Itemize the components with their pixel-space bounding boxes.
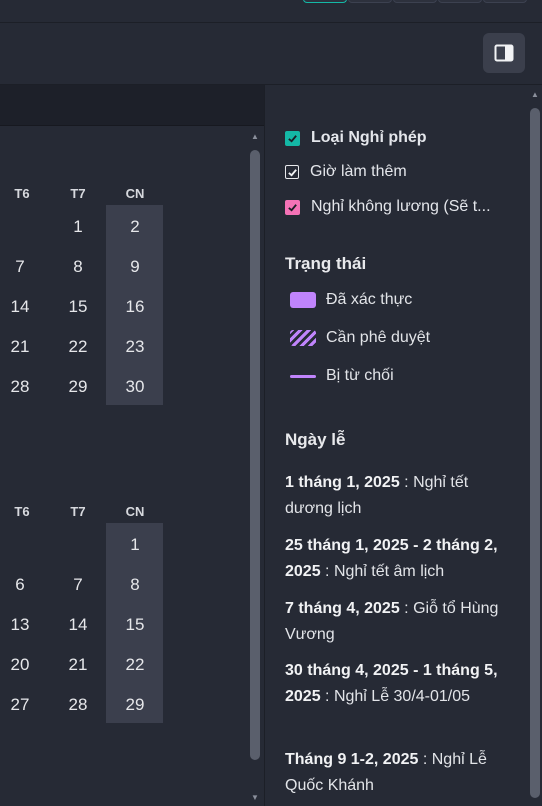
check-icon	[288, 203, 297, 212]
holiday-item: 7 tháng 4, 2025 : Giỗ tổ Hùng Vương	[285, 600, 499, 643]
day-cell[interactable]: 7	[0, 257, 40, 277]
status-pending: Cần phê duyệt	[290, 329, 430, 347]
day-cell[interactable]: 14	[0, 297, 40, 317]
day-cell[interactable]: 15	[115, 615, 155, 635]
day-cell[interactable]: 21	[0, 337, 40, 357]
day-cell[interactable]: 6	[0, 575, 40, 595]
day-cell[interactable]: 15	[58, 297, 98, 317]
status-title: Trạng thái	[285, 254, 367, 273]
day-cell[interactable]: 27	[0, 695, 40, 715]
day-cell[interactable]: 8	[58, 257, 98, 277]
day-cell[interactable]: 28	[0, 377, 40, 397]
day-cell[interactable]: 29	[58, 377, 98, 397]
day-cell[interactable]: 9	[115, 257, 155, 277]
holidays-title: Ngày lễ	[285, 430, 346, 449]
calendar-area: T6 T7 CN 1 2 7 8 9 14 15 16 21 22 23 28 …	[0, 85, 265, 806]
weekday-header: CN	[125, 504, 145, 519]
day-cell[interactable]: 2	[115, 217, 155, 237]
checkbox[interactable]	[285, 199, 300, 215]
holiday-date: 1 tháng 1, 2025	[285, 474, 400, 491]
status-label: Đã xác thực	[326, 291, 413, 308]
day-cell[interactable]: 7	[58, 575, 98, 595]
weekday-header: T6	[14, 504, 30, 519]
status-label: Cần phê duyệt	[326, 329, 431, 346]
day-cell[interactable]: 1	[115, 535, 155, 555]
scrollbar-thumb[interactable]	[250, 150, 260, 760]
day-cell[interactable]: 13	[0, 615, 40, 635]
holiday-item: 30 tháng 4, 2025 - 1 tháng 5, 2025 : Ngh…	[285, 662, 498, 705]
day-cell[interactable]: 14	[58, 615, 98, 635]
holiday-item: Tháng 9 1-2, 2025 : Nghỉ Lễ Quốc Khánh	[285, 751, 487, 794]
filter-unpaid-leave[interactable]: Nghỉ không lương (Sẽ t...	[285, 198, 491, 216]
day-cell[interactable]: 1	[58, 217, 98, 237]
panel-toggle-button[interactable]	[483, 33, 525, 73]
day-cell[interactable]: 22	[115, 655, 155, 675]
holiday-item: 1 tháng 1, 2025 : Nghỉ tết dương lịch	[285, 474, 469, 517]
holiday-date: Tháng 9 1-2, 2025	[285, 751, 419, 768]
day-cell[interactable]: 28	[58, 695, 98, 715]
holiday-item: 25 tháng 1, 2025 - 2 tháng 2, 2025 : Ngh…	[285, 537, 498, 580]
toolbar	[0, 23, 542, 85]
view-segment[interactable]	[348, 0, 392, 3]
day-cell[interactable]: 22	[58, 337, 98, 357]
holiday-name: Nghỉ tết âm lịch	[333, 563, 445, 580]
view-segment[interactable]	[438, 0, 482, 3]
side-panel: Loại Nghỉ phép Giờ làm thêm Nghỉ không l…	[265, 85, 542, 806]
filter-label: Giờ làm thêm	[310, 163, 407, 180]
calendar-scrollbar[interactable]: ▲ ▼	[250, 130, 260, 806]
day-cell[interactable]: 16	[115, 297, 155, 317]
day-cell[interactable]: 21	[58, 655, 98, 675]
status-verified: Đã xác thực	[290, 291, 412, 309]
scrollbar-thumb[interactable]	[530, 108, 540, 798]
chevron-up-icon[interactable]: ▲	[530, 90, 540, 100]
calendar-header-bar	[0, 85, 264, 126]
panel-scrollbar[interactable]: ▲	[530, 88, 540, 806]
filter-leave-type[interactable]: Loại Nghỉ phép	[285, 129, 427, 147]
filter-overtime[interactable]: Giờ làm thêm	[285, 163, 407, 181]
checkbox[interactable]	[285, 165, 299, 179]
weekday-header: T7	[70, 186, 86, 201]
solid-swatch-icon	[290, 292, 316, 308]
line-swatch-icon	[290, 374, 316, 378]
filter-label: Loại Nghỉ phép	[311, 129, 427, 146]
holiday-name: Nghỉ Lễ 30/4-01/05	[333, 688, 471, 705]
filter-label: Nghỉ không lương (Sẽ t...	[311, 198, 491, 215]
weekday-header: CN	[125, 186, 145, 201]
weekday-header: T6	[14, 186, 30, 201]
view-segment-active[interactable]	[303, 0, 347, 3]
status-label: Bị từ chối	[326, 367, 394, 384]
check-icon	[288, 134, 297, 143]
day-cell[interactable]: 29	[115, 695, 155, 715]
view-segment[interactable]	[393, 0, 437, 3]
sidebar-panel-icon	[494, 44, 514, 62]
weekday-header: T7	[70, 504, 86, 519]
holiday-date: 7 tháng 4, 2025	[285, 600, 400, 617]
day-cell[interactable]: 20	[0, 655, 40, 675]
checkbox[interactable]	[285, 130, 300, 146]
chevron-up-icon[interactable]: ▲	[250, 132, 260, 142]
check-icon	[287, 168, 297, 177]
day-cell[interactable]: 30	[115, 377, 155, 397]
striped-swatch-icon	[290, 330, 316, 346]
top-strip	[0, 0, 542, 23]
status-rejected: Bị từ chối	[290, 367, 394, 385]
chevron-down-icon[interactable]: ▼	[250, 793, 260, 803]
day-cell[interactable]: 23	[115, 337, 155, 357]
view-segment[interactable]	[483, 0, 527, 3]
day-cell[interactable]: 8	[115, 575, 155, 595]
